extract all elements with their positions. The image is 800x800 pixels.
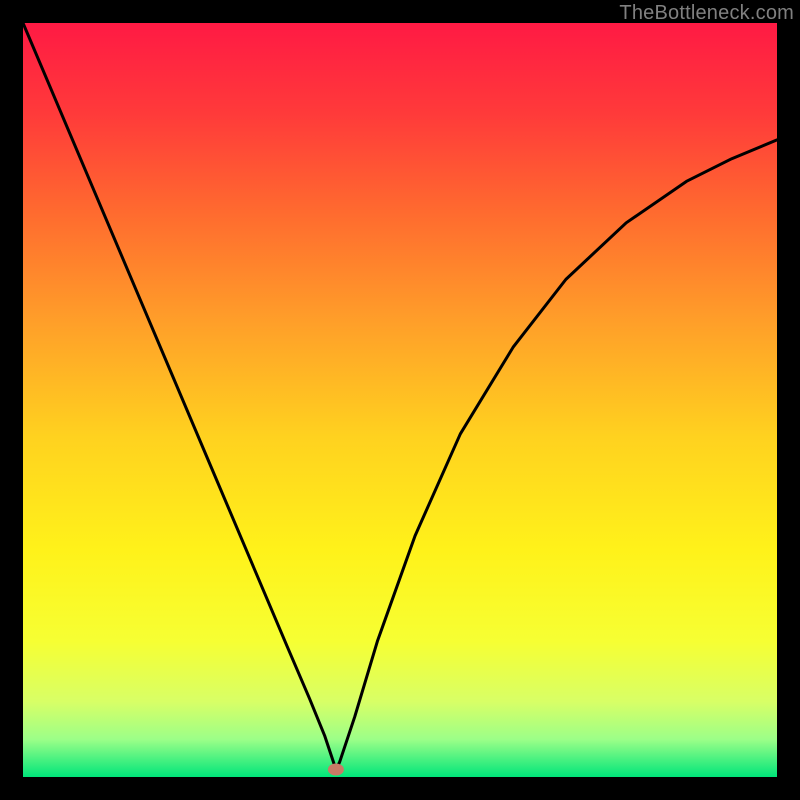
watermark-text: TheBottleneck.com <box>619 2 794 25</box>
optimal-point-marker <box>328 763 344 775</box>
gradient-background <box>23 23 777 777</box>
chart-frame <box>23 23 777 777</box>
bottleneck-chart <box>23 23 777 777</box>
